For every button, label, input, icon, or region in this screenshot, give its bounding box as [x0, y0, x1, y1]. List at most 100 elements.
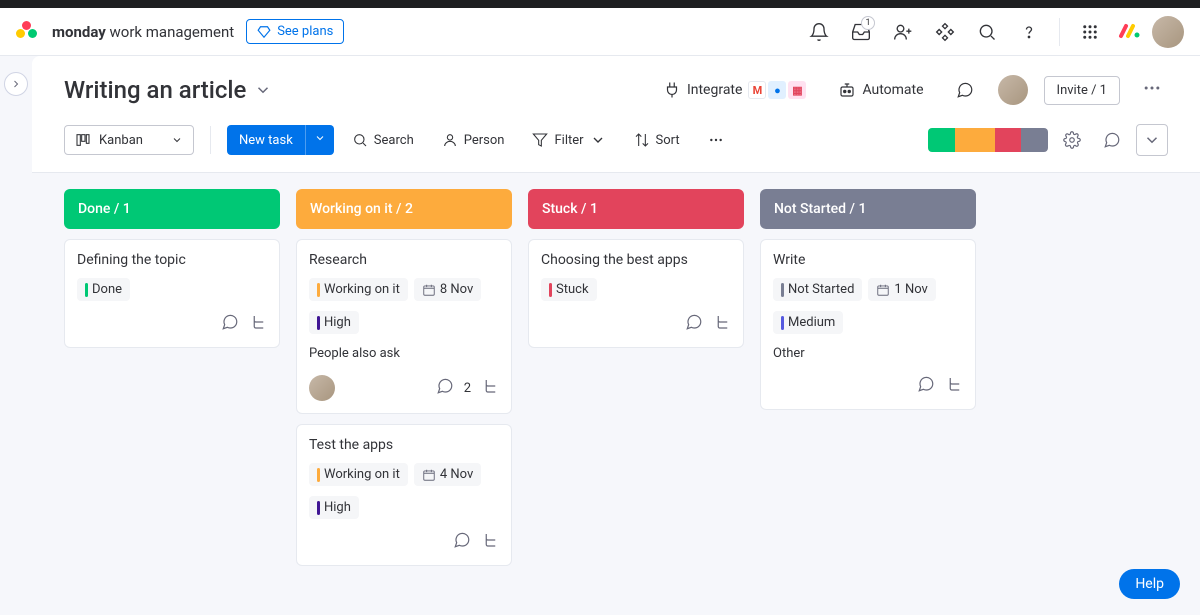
invite-button[interactable]: Invite / 1 — [1044, 76, 1120, 105]
kanban-board: Done / 1 Defining the topic Done Working on… — [32, 173, 1200, 615]
diamond-icon — [257, 25, 271, 39]
app-switcher-icon[interactable] — [1072, 14, 1108, 50]
card-footer — [773, 375, 963, 397]
brand-label: monday work management — [52, 23, 234, 41]
new-task-button[interactable]: New task — [227, 125, 334, 155]
monday-logo-icon — [16, 21, 38, 43]
search-icon — [352, 132, 368, 148]
chat-icon — [956, 81, 974, 99]
priority-chip[interactable]: High — [309, 311, 359, 334]
status-chip[interactable]: Working on it — [309, 278, 408, 301]
status-summary-bar[interactable] — [928, 128, 1048, 152]
integration-app-icons: M ● ▦ — [748, 81, 806, 99]
inbox-badge: 1 — [861, 16, 875, 30]
plug-icon — [663, 81, 681, 99]
lane-done: Done / 1 Defining the topic Done — [64, 189, 280, 576]
kanban-card[interactable]: Research Working on it 8 Nov High People als… — [296, 239, 512, 414]
board-chat-button[interactable] — [948, 75, 982, 105]
apps-icon[interactable] — [927, 14, 963, 50]
view-label: Kanban — [99, 133, 143, 148]
view-selector[interactable]: Kanban — [64, 125, 194, 155]
lane-stuck: Stuck / 1 Choosing the best apps Stuck — [528, 189, 744, 576]
user-avatar[interactable] — [1152, 16, 1184, 48]
person-icon — [442, 132, 458, 148]
more-actions-button[interactable] — [698, 126, 734, 154]
notifications-icon[interactable] — [801, 14, 837, 50]
card-footer: 2 — [309, 375, 499, 401]
card-title: Research — [309, 252, 499, 268]
help-icon[interactable] — [1011, 14, 1047, 50]
card-chat-icon[interactable] — [436, 377, 454, 399]
robot-icon — [838, 81, 856, 99]
card-text: People also ask — [309, 344, 499, 363]
chevron-down-icon — [590, 132, 606, 148]
board-title[interactable]: Writing an article — [64, 76, 272, 104]
new-task-dropdown[interactable] — [305, 125, 334, 155]
priority-chip[interactable]: High — [309, 496, 359, 519]
subitems-icon[interactable] — [481, 531, 499, 553]
kanban-card[interactable]: Choosing the best apps Stuck — [528, 239, 744, 348]
subitems-icon[interactable] — [249, 313, 267, 335]
kanban-card[interactable]: Defining the topic Done — [64, 239, 280, 348]
lane-header[interactable]: Stuck / 1 — [528, 189, 744, 229]
inbox-icon[interactable]: 1 — [843, 14, 879, 50]
settings-icon[interactable] — [1056, 124, 1088, 156]
see-plans-button[interactable]: See plans — [246, 19, 344, 44]
subitems-icon[interactable] — [945, 375, 963, 397]
priority-chip[interactable]: Medium — [773, 311, 843, 334]
comments-icon[interactable] — [1096, 124, 1128, 156]
status-chip[interactable]: Not Started — [773, 278, 862, 301]
invite-members-icon[interactable] — [885, 14, 921, 50]
status-chip[interactable]: Stuck — [541, 278, 597, 301]
card-chat-icon[interactable] — [221, 313, 239, 335]
card-footer — [77, 313, 267, 335]
kanban-card[interactable]: Write Not Started 1 Nov Medium Other — [760, 239, 976, 410]
chevron-down-icon — [254, 81, 272, 99]
card-chat-icon[interactable] — [453, 531, 471, 553]
card-title: Defining the topic — [77, 252, 267, 268]
topbar: monday work management See plans 1 — [0, 8, 1200, 56]
lane-working: Working on it / 2 Research Working on it 8 … — [296, 189, 512, 576]
lane-header[interactable]: Working on it / 2 — [296, 189, 512, 229]
expand-sidebar-button[interactable] — [4, 72, 28, 96]
sort-button[interactable]: Sort — [624, 126, 690, 154]
integrate-button[interactable]: Integrate M ● ▦ — [655, 75, 815, 105]
board-menu-button[interactable] — [1136, 72, 1168, 108]
kanban-card[interactable]: Test the apps Working on it 4 Nov High — [296, 424, 512, 566]
assignee-avatar[interactable] — [309, 375, 335, 401]
card-title: Write — [773, 252, 963, 268]
status-chip[interactable]: Done — [77, 278, 130, 301]
board-member-avatar[interactable] — [998, 75, 1028, 105]
card-footer — [309, 531, 499, 553]
card-chat-icon[interactable] — [685, 313, 703, 335]
filter-button[interactable]: Filter — [522, 126, 615, 154]
date-chip[interactable]: 4 Nov — [414, 463, 481, 486]
chevron-down-icon — [314, 132, 326, 144]
automate-button[interactable]: Automate — [830, 75, 931, 105]
lane-not_started: Not Started / 1 Write Not Started 1 Nov Medi… — [760, 189, 976, 576]
product-logo-icon — [1114, 16, 1146, 48]
card-title: Choosing the best apps — [541, 252, 731, 268]
person-filter-button[interactable]: Person — [432, 126, 515, 154]
search-button[interactable]: Search — [342, 126, 424, 154]
filter-icon — [532, 132, 548, 148]
date-chip[interactable]: 1 Nov — [868, 278, 935, 301]
card-chat-icon[interactable] — [917, 375, 935, 397]
date-chip[interactable]: 8 Nov — [414, 278, 481, 301]
card-title: Test the apps — [309, 437, 499, 453]
collapse-toolbar-button[interactable] — [1136, 124, 1168, 156]
card-text: Other — [773, 344, 963, 363]
search-icon[interactable] — [969, 14, 1005, 50]
subitem-count: 2 — [464, 381, 471, 396]
dots-icon — [708, 132, 724, 148]
subitems-icon[interactable] — [481, 377, 499, 399]
chevron-down-icon — [171, 134, 183, 146]
sidebar-collapsed — [0, 56, 32, 615]
lane-header[interactable]: Done / 1 — [64, 189, 280, 229]
subitems-icon[interactable] — [713, 313, 731, 335]
help-button[interactable]: Help — [1119, 569, 1180, 599]
kanban-icon — [75, 132, 91, 148]
status-chip[interactable]: Working on it — [309, 463, 408, 486]
lane-header[interactable]: Not Started / 1 — [760, 189, 976, 229]
card-footer — [541, 313, 731, 335]
